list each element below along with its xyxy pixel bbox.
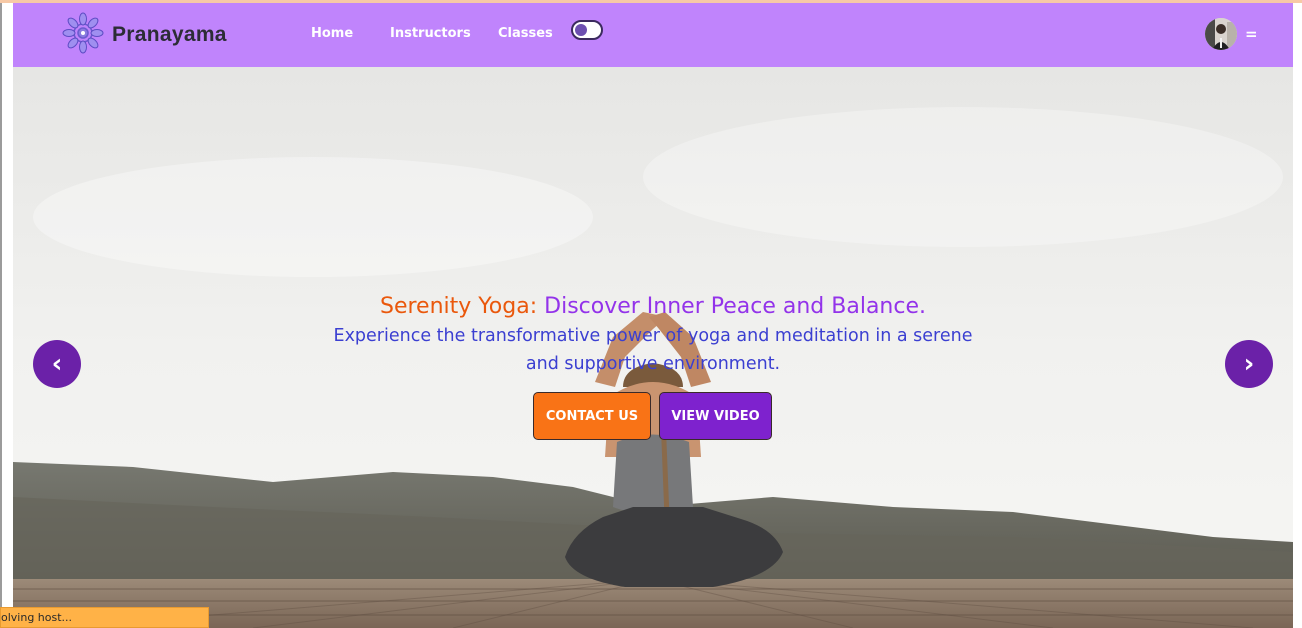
brand[interactable]: Pranayama [62,12,227,58]
navbar: Pranayama Home Instructors Classes = [13,3,1293,67]
nav-link-instructors[interactable]: Instructors [390,26,471,41]
brand-name: Pranayama [112,23,227,46]
theme-toggle[interactable] [571,20,603,40]
nav-link-home[interactable]: Home [311,26,353,41]
browser-status-bar: olving host... [0,607,209,628]
view-video-button[interactable]: VIEW VIDEO [659,392,772,440]
avatar[interactable] [1205,18,1237,50]
hero-title-accent: Serenity Yoga: [380,294,538,319]
hero-carousel: ‹ › Serenity Yoga: Discover Inner Peace … [13,67,1293,628]
nav-link-classes[interactable]: Classes [498,26,553,41]
contact-us-button[interactable]: CONTACT US [533,392,651,440]
toggle-knob [575,24,587,36]
mandala-logo-icon [62,12,104,58]
hero-title: Serenity Yoga: Discover Inner Peace and … [13,292,1293,322]
window-left-border [0,3,2,608]
menu-toggle[interactable]: = [1245,25,1258,43]
hero-title-main: Discover Inner Peace and Balance. [544,294,926,319]
hero-caption: Serenity Yoga: Discover Inner Peace and … [13,292,1293,378]
hero-subtitle: Experience the transformative power of y… [333,326,973,374]
